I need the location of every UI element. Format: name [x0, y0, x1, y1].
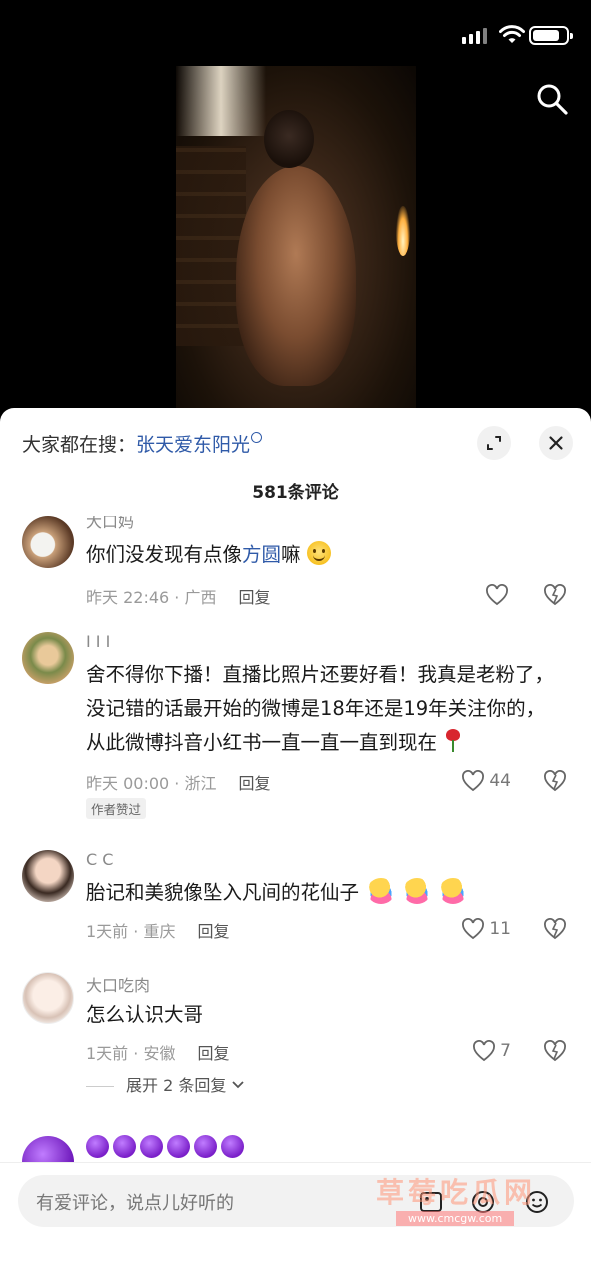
comment-time: 昨天 22:46 · 广西	[86, 588, 217, 607]
hug-emoji-icon	[439, 878, 468, 904]
heart-icon	[462, 770, 485, 792]
comment-item: I I I 舍不得你下播！直播比照片还要好看！我真是老粉了，没记错的话最开始的微…	[0, 630, 591, 830]
comment-count: 581条评论	[252, 483, 339, 503]
comment-author[interactable]: C C	[86, 850, 113, 869]
trending-keyword[interactable]: 张天爱东阳光	[136, 434, 250, 456]
comment-sheet: 大家都在搜：张天爱东阳光 581条评论 大口妈 你们没发现有点像方圆嘛 昨天 2…	[0, 408, 591, 1280]
comment-text: 胎记和美貌像坠入凡间的花仙子	[86, 876, 556, 910]
comment-author[interactable]: I I I	[86, 632, 110, 651]
reply-button[interactable]: 回复	[197, 1044, 229, 1063]
reply-button[interactable]: 回复	[197, 922, 229, 941]
heart-icon	[473, 1040, 496, 1062]
comment-input-bar: 有爱评论，说点儿好听的 草莓吃瓜网 www.cmcgw.com	[0, 1162, 591, 1280]
search-icon[interactable]	[535, 82, 569, 116]
hug-emoji-icon	[403, 878, 432, 904]
comment-item	[0, 1132, 591, 1162]
like-button[interactable]: 7	[472, 1040, 511, 1062]
expand-replies-button[interactable]: 展开 2 条回复	[86, 1072, 245, 1096]
dislike-icon[interactable]	[543, 1040, 567, 1062]
status-bar	[0, 0, 591, 70]
comment-time: 1天前 · 重庆	[86, 922, 176, 941]
comment-item: 大口吃肉 怎么认识大哥 1天前 · 安徽 回复 7	[0, 970, 591, 1070]
heart-icon	[486, 584, 508, 606]
rose-emoji-icon	[443, 729, 463, 753]
comment-time: 1天前 · 安徽	[86, 1044, 176, 1063]
close-icon	[549, 436, 563, 450]
search-icon	[251, 432, 263, 443]
comment-text: 你们没发现有点像方圆嘛	[86, 538, 556, 572]
trending-search[interactable]: 大家都在搜：张天爱东阳光	[22, 430, 263, 457]
reply-button[interactable]: 回复	[238, 774, 270, 793]
comment-meta: 1天前 · 重庆 回复	[86, 918, 229, 942]
heart-icon	[462, 918, 485, 940]
smile-emoji-icon	[306, 541, 331, 565]
hug-emoji-icon	[367, 878, 396, 904]
dislike-icon[interactable]	[543, 584, 567, 606]
comment-author[interactable]: 大口妈	[86, 516, 134, 532]
avatar[interactable]	[22, 850, 74, 902]
avatar[interactable]	[22, 632, 74, 684]
like-button[interactable]: 44	[461, 770, 511, 792]
watermark-logo: 草莓吃瓜网	[376, 1176, 537, 1209]
comment-author[interactable]: 大口吃肉	[86, 972, 150, 996]
wifi-icon	[499, 25, 525, 43]
dislike-icon[interactable]	[543, 918, 567, 940]
expand-button[interactable]	[477, 426, 511, 460]
comment-input-placeholder: 有爱评论，说点儿好听的	[36, 1193, 234, 1214]
comment-text: 怎么认识大哥	[86, 1003, 204, 1026]
like-button[interactable]	[485, 584, 509, 606]
comment-item: C C 胎记和美貌像坠入凡间的花仙子 1天前 · 重庆 回复 11	[0, 848, 591, 948]
trending-prefix: 大家都在搜：	[22, 434, 137, 456]
author-liked-badge: 作者赞过	[86, 798, 147, 819]
like-count: 7	[500, 1041, 511, 1061]
expand-icon	[487, 436, 501, 450]
like-count: 11	[489, 919, 511, 939]
like-button[interactable]: 11	[461, 918, 511, 940]
avatar[interactable]	[22, 1136, 74, 1162]
divider-line	[86, 1086, 114, 1087]
reply-button[interactable]: 回复	[238, 588, 270, 607]
video-frame	[176, 66, 416, 420]
close-button[interactable]	[539, 426, 573, 460]
avatar[interactable]	[22, 972, 74, 1024]
comment-link[interactable]: 方圆	[242, 543, 281, 566]
signal-icon	[462, 28, 487, 44]
comment-text: 舍不得你下播！直播比照片还要好看！我真是老粉了，没记错的话最开始的微博是18年还…	[86, 663, 555, 754]
comment-meta: 昨天 00:00 · 浙江 回复	[86, 770, 270, 794]
comment-meta: 1天前 · 安徽 回复	[86, 1040, 229, 1064]
comment-time: 昨天 00:00 · 浙江	[86, 774, 217, 793]
like-count: 44	[489, 771, 511, 791]
comment-item: 大口妈 你们没发现有点像方圆嘛 昨天 22:46 · 广西 回复	[0, 514, 591, 614]
watermark-url: www.cmcgw.com	[396, 1211, 515, 1226]
comment-text	[86, 1135, 556, 1162]
battery-icon	[529, 26, 573, 45]
avatar[interactable]	[22, 516, 74, 568]
chevron-down-icon	[232, 1081, 245, 1089]
comment-meta: 昨天 22:46 · 广西 回复	[86, 584, 270, 608]
dislike-icon[interactable]	[543, 770, 567, 792]
